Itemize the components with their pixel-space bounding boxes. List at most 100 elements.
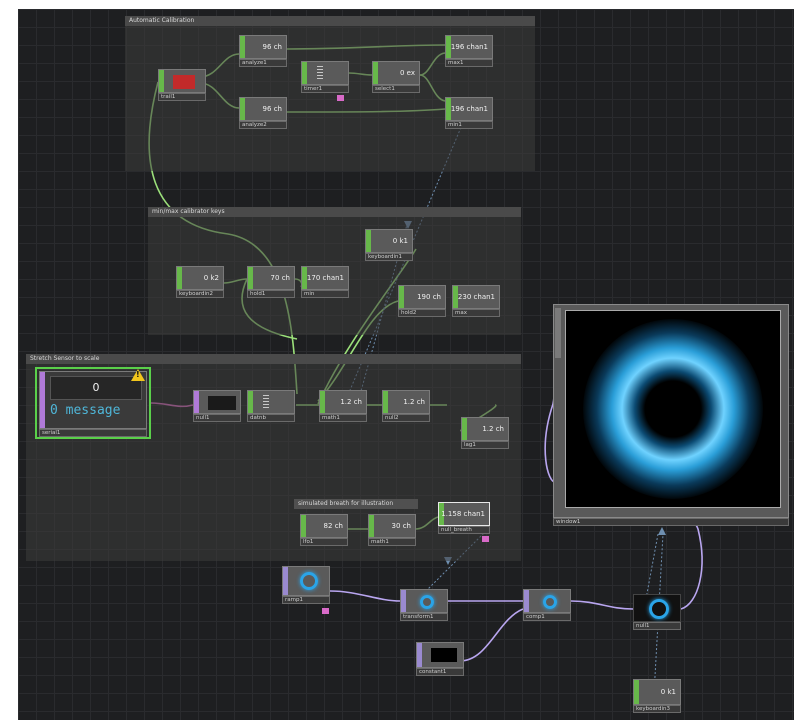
node-body: 30 ch	[368, 514, 416, 538]
node-body	[247, 390, 295, 414]
chop-tab	[320, 391, 325, 413]
node-body: 170 chan1	[301, 266, 349, 290]
node-body: 1.2 ch	[461, 417, 509, 441]
node-label: max	[452, 309, 500, 317]
null4-node[interactable]: null1	[633, 594, 681, 630]
node-value: 0 k1	[392, 237, 408, 245]
datnb-node[interactable]: datnb	[247, 390, 295, 422]
node-label: lfo1	[300, 538, 348, 546]
node-value: 230 chan1	[457, 293, 495, 301]
chop-tab	[634, 680, 639, 704]
node-label: lag1	[461, 441, 509, 449]
warning-icon[interactable]: !	[131, 369, 145, 381]
node-label: analyze1	[239, 59, 287, 67]
constant1-node[interactable]: constant1	[416, 642, 464, 676]
analyze1-node[interactable]: 96 ch analyze1	[239, 35, 287, 67]
node-label: math1	[319, 414, 367, 422]
null1-node[interactable]: null1	[193, 390, 241, 422]
box-title: Stretch Sensor to scale	[26, 354, 521, 364]
node-label: keyboardin2	[176, 290, 224, 298]
serial-message: 0 message	[50, 403, 121, 418]
node-value: 0 k2	[203, 274, 219, 282]
node-value: 96 ch	[262, 43, 282, 51]
select1-node[interactable]: 0 ex select1	[372, 61, 420, 93]
node-label: window1	[553, 518, 789, 526]
node-body: 190 ch	[398, 285, 446, 309]
chop-tab	[159, 70, 164, 92]
node-body	[400, 589, 448, 613]
chop-tab	[369, 515, 374, 537]
null2-node[interactable]: 1.2 ch null2	[382, 390, 430, 422]
node-label: min1	[445, 121, 493, 129]
analyze2-node[interactable]: 96 ch analyze2	[239, 97, 287, 129]
chop-tab	[302, 62, 307, 84]
node-value: 96 ch	[262, 105, 282, 113]
top-tab	[283, 567, 288, 595]
constant-preview	[431, 648, 457, 662]
node-body	[523, 589, 571, 613]
keyboardin3-node[interactable]: 0 k1 keyboardin3	[633, 679, 681, 713]
network-editor[interactable]: Automatic Calibration min/max calibrator…	[18, 9, 794, 720]
node-body: 96 ch	[239, 97, 287, 121]
node-label: keyboardin1	[365, 253, 413, 261]
comp1-node[interactable]: comp1	[523, 589, 571, 621]
ring-preview	[543, 595, 557, 609]
node-label: ramp1	[282, 596, 330, 604]
hold1-node[interactable]: 70 ch hold1	[247, 266, 295, 298]
node-value: 0 k1	[660, 688, 676, 696]
null3-node[interactable]: 1.158 chan1 null_breath	[438, 502, 490, 542]
lfo1-node[interactable]: 82 ch lfo1	[300, 514, 348, 546]
node-value: 1.2 ch	[482, 425, 504, 433]
node-body: 1.2 ch	[382, 390, 430, 414]
max2-node[interactable]: 230 chan1 max	[452, 285, 500, 317]
ring-preview	[649, 599, 669, 619]
node-label: max1	[445, 59, 493, 67]
window-preview	[565, 310, 781, 508]
transform1-node[interactable]: transform1	[400, 589, 448, 621]
node-body	[301, 61, 349, 85]
node-body: 1.2 ch	[319, 390, 367, 414]
dat-output-flag[interactable]	[482, 536, 489, 542]
keyboardin1-node[interactable]: 0 k1 keyboardin1	[365, 229, 413, 261]
node-value: 196 chan1	[450, 105, 488, 113]
ramp1-node[interactable]: ramp1	[282, 566, 330, 614]
node-label: trail1	[158, 93, 206, 101]
node-value: 1.2 ch	[403, 398, 425, 406]
node-body: 0 k1	[365, 229, 413, 253]
timer1-node[interactable]: timer1	[301, 61, 349, 101]
serial-value: 0	[92, 381, 100, 394]
lag1-node[interactable]: 1.2 ch lag1	[461, 417, 509, 449]
trail1-node[interactable]: trail1	[158, 69, 206, 101]
max1-node[interactable]: 196 chan1 max1	[445, 35, 493, 67]
chop-tab	[383, 391, 388, 413]
keyboardin2-node[interactable]: 0 k2 keyboardin2	[176, 266, 224, 298]
window1-node[interactable]: window1	[553, 304, 789, 526]
min2-node[interactable]: 170 chan1 min	[301, 266, 349, 298]
serial1-node[interactable]: 0 0 message ! serial1	[35, 367, 151, 439]
node-body: 196 chan1	[445, 97, 493, 121]
chop-tab	[240, 36, 245, 58]
math2-node[interactable]: 30 ch math1	[368, 514, 416, 546]
math1-node[interactable]: 1.2 ch math1	[319, 390, 367, 422]
node-label: comp1	[523, 613, 571, 621]
dat-output-flag[interactable]	[322, 608, 329, 614]
box-simulated-breath[interactable]: simulated breath for illustration	[294, 499, 418, 509]
node-body: 230 chan1	[452, 285, 500, 309]
node-body	[158, 69, 206, 93]
min1-node[interactable]: 196 chan1 min1	[445, 97, 493, 129]
node-value: 82 ch	[323, 522, 343, 530]
dat-output-flag[interactable]	[337, 95, 344, 101]
node-label: constant1	[416, 668, 464, 676]
node-label: serial1	[39, 429, 147, 437]
node-label: math1	[368, 538, 416, 546]
box-title: simulated breath for illustration	[294, 499, 418, 509]
node-label: null1	[193, 414, 241, 422]
ring-preview	[420, 595, 434, 609]
node-label: hold1	[247, 290, 295, 298]
node-label: keyboardin3	[633, 705, 681, 713]
node-body	[633, 594, 681, 622]
hold2-node[interactable]: 190 ch hold2	[398, 285, 446, 317]
chop-tab	[373, 62, 378, 84]
top-tab	[417, 643, 422, 667]
node-label: null_breath	[438, 526, 490, 534]
